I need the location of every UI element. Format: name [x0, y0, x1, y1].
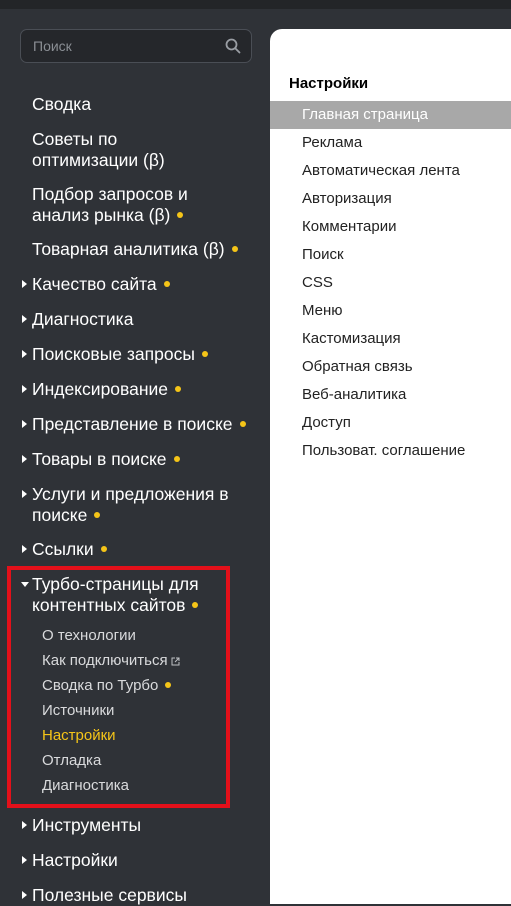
sidebar-item-product-analytics[interactable]: Товарная аналитика (β) [32, 239, 257, 260]
expand-arrow-icon[interactable] [22, 385, 27, 393]
status-dot [201, 351, 208, 358]
settings-item-auto-feed[interactable]: Автоматическая лента [270, 157, 511, 185]
status-dot [100, 546, 107, 553]
status-dot [163, 281, 170, 288]
sidebar-item-label: Подбор запросов и анализ рынка (β) [32, 184, 188, 225]
sidebar-item-label: Поисковые запросы [32, 344, 195, 364]
top-bar [0, 0, 511, 9]
sidebar-item-optimization-tips[interactable]: Советы по оптимизации (β) [32, 129, 212, 171]
settings-panel: Настройки Главная страница Реклама Автом… [270, 29, 511, 904]
settings-item-user-agreement[interactable]: Пользоват. соглашение [270, 437, 511, 465]
sidebar-item-label: Товарная аналитика (β) [32, 239, 225, 259]
sidebar-item-label: Товары в поиске [32, 449, 167, 469]
status-dot [175, 386, 182, 393]
sidebar-item-diagnostics[interactable]: Диагностика [22, 309, 257, 330]
settings-item-menu[interactable]: Меню [270, 297, 511, 325]
expand-arrow-icon[interactable] [22, 350, 27, 358]
settings-item-feedback[interactable]: Обратная связь [270, 353, 511, 381]
expand-arrow-icon[interactable] [22, 821, 27, 829]
expand-arrow-icon[interactable] [22, 315, 27, 323]
sidebar-item-label: Индексирование [32, 379, 169, 399]
expand-arrow-icon[interactable] [22, 455, 27, 463]
settings-item-web-analytics[interactable]: Веб-аналитика [270, 381, 511, 409]
sidebar-item-label: Представление в поиске [32, 414, 233, 434]
status-dot [94, 512, 101, 519]
sidebar-item-links[interactable]: Ссылки [22, 539, 257, 560]
expand-arrow-icon[interactable] [22, 280, 27, 288]
settings-item-search[interactable]: Поиск [270, 241, 511, 269]
status-dot [173, 456, 180, 463]
status-dot [239, 421, 246, 428]
sidebar-item-products-in-search[interactable]: Товары в поиске [22, 449, 257, 470]
sidebar-item-label: Диагностика [32, 309, 134, 329]
sidebar-item-label: Сводка [32, 94, 92, 114]
expand-arrow-icon[interactable] [22, 856, 27, 864]
sidebar-item-search-appearance[interactable]: Представление в поиске [22, 414, 267, 435]
expand-arrow-icon[interactable] [22, 420, 27, 428]
search-box[interactable] [20, 29, 252, 63]
sidebar-item-search-queries[interactable]: Поисковые запросы [22, 344, 257, 365]
settings-item-ads[interactable]: Реклама [270, 129, 511, 157]
sidebar-item-label: Советы по оптимизации (β) [32, 129, 165, 170]
sidebar-item-label: Услуги и предложения в поиске [32, 484, 229, 525]
sidebar-item-useful-services[interactable]: Полезные сервисы [22, 885, 257, 906]
expand-arrow-icon[interactable] [22, 545, 27, 553]
status-dot [177, 212, 184, 219]
search-icon[interactable] [225, 38, 241, 54]
settings-item-css[interactable]: CSS [270, 269, 511, 297]
sidebar-item-label: Качество сайта [32, 274, 157, 294]
sidebar-item-label: Ссылки [32, 539, 94, 559]
sidebar-item-site-quality[interactable]: Качество сайта [22, 274, 257, 295]
expand-arrow-icon[interactable] [22, 891, 27, 899]
status-dot [231, 246, 238, 253]
sidebar-item-settings[interactable]: Настройки [22, 850, 257, 871]
sidebar-item-tools[interactable]: Инструменты [22, 815, 257, 836]
search-input[interactable] [21, 30, 228, 62]
settings-item-customization[interactable]: Кастомизация [270, 325, 511, 353]
panel-title: Настройки [289, 75, 369, 92]
settings-item-main-page[interactable]: Главная страница [270, 101, 511, 129]
sidebar-item-query-selection[interactable]: Подбор запросов и анализ рынка (β) [32, 184, 222, 226]
sidebar-item-summary[interactable]: Сводка [32, 94, 257, 115]
expand-arrow-icon[interactable] [22, 490, 27, 498]
sidebar-item-indexing[interactable]: Индексирование [22, 379, 257, 400]
settings-item-comments[interactable]: Комментарии [270, 213, 511, 241]
sidebar-item-services-offers[interactable]: Услуги и предложения в поиске [22, 484, 247, 526]
sidebar-item-label: Настройки [32, 850, 118, 870]
sidebar-item-label: Полезные сервисы [32, 885, 187, 905]
settings-item-authorization[interactable]: Авторизация [270, 185, 511, 213]
settings-item-access[interactable]: Доступ [270, 409, 511, 437]
highlight-frame [7, 566, 230, 808]
sidebar-item-label: Инструменты [32, 815, 142, 835]
